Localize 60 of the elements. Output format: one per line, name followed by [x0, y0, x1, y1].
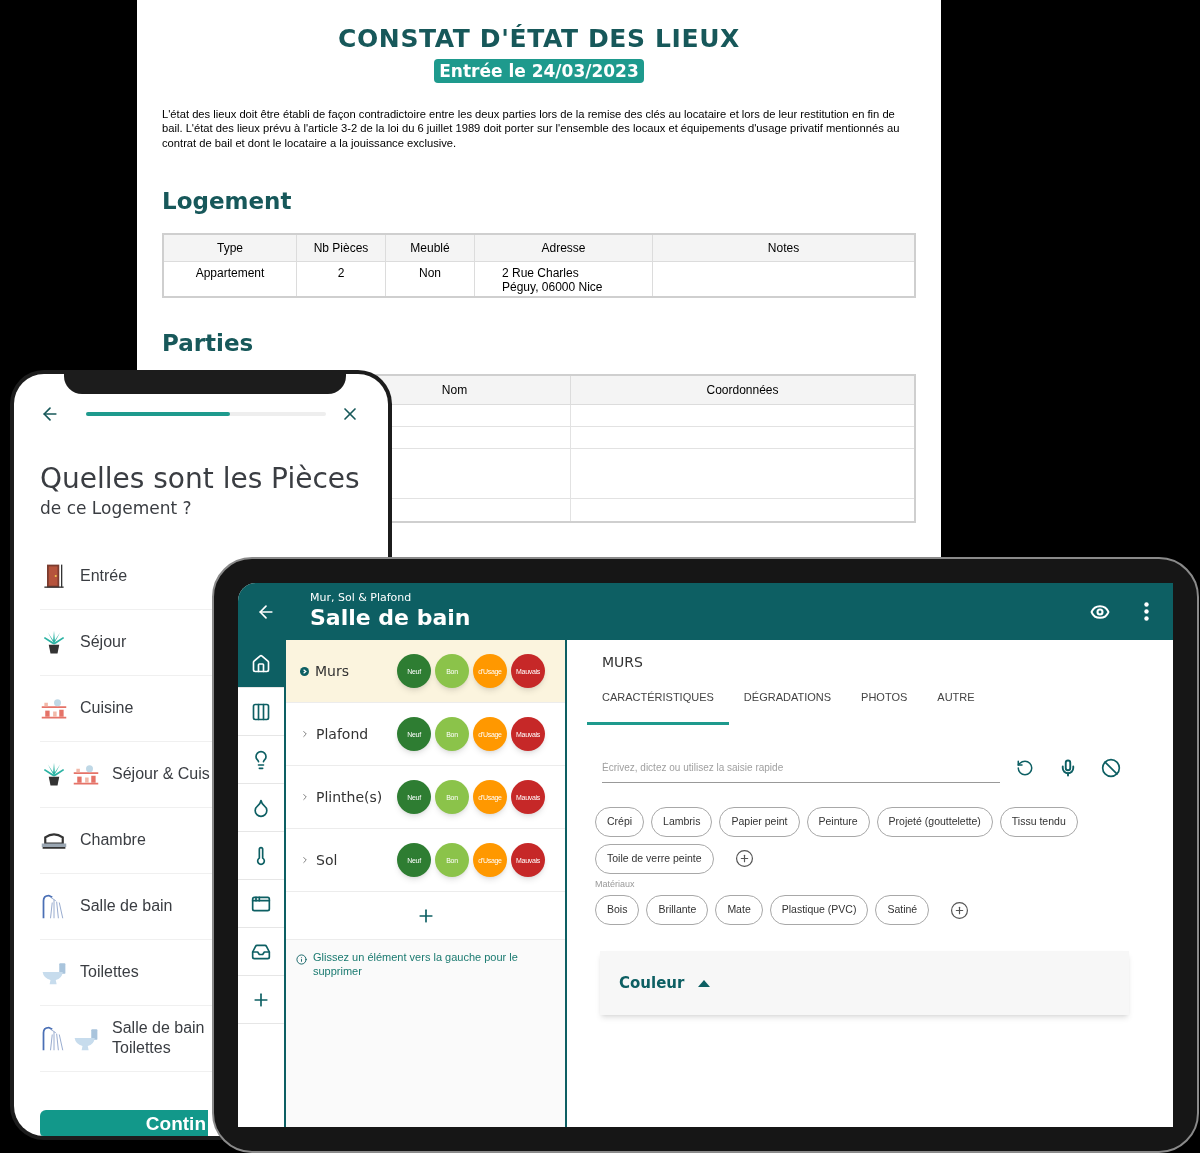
table-cell: 2 Rue Charles Péguy, 06000 Nice	[475, 261, 653, 296]
column-header: Meublé	[386, 234, 475, 261]
column-header: Adresse	[475, 234, 653, 261]
header-title: Salle de bain	[310, 604, 471, 632]
element-name: Plinthe(s)	[316, 787, 383, 807]
option-chip[interactable]: Tissu tendu	[999, 806, 1078, 837]
table-cell: Non	[386, 261, 475, 296]
date-badge: Entrée le 24/03/2023	[434, 58, 644, 83]
tab[interactable]: CARACTÉRISTIQUES	[587, 679, 729, 725]
bullet-icon	[300, 666, 309, 676]
option-chip[interactable]: Plastique (PVC)	[769, 895, 869, 925]
microphone-icon[interactable]	[1059, 758, 1077, 777]
page-title: Quelles sont les Pièces	[40, 462, 361, 496]
header-subtitle: Mur, Sol & Plafond	[310, 591, 413, 604]
option-chip[interactable]: Projeté (gouttelette)	[876, 806, 993, 837]
caret-up-icon[interactable]	[698, 979, 711, 987]
intro-paragraph: L'état des lieux doit être établi de façon contradictoire entre les deux parties lors de la remise des clés au locataire et lors de leur restitution en fin de bail. L'état des lieux prévu à l'article 3-2 de la loi du 6 juillet 1989 doit porter sur l'ensemble des locaux et équipements d'usage privatif mentionnés au contrat de bail et dont le locataire a la jouissance exclusive.	[162, 106, 901, 150]
column-header: Type	[164, 234, 297, 261]
page-subtitle: de ce Logement ?	[40, 497, 193, 520]
table-cell: Appartement	[164, 261, 297, 296]
section-heading: Logement	[162, 187, 293, 216]
document-title: CONSTAT D'ÉTAT DES LIEUX	[338, 23, 740, 55]
option-chip[interactable]: Peinture	[806, 806, 870, 837]
option-chip[interactable]: Brillante	[646, 895, 709, 925]
element-name: Sol	[316, 850, 338, 870]
tab[interactable]: PHOTOS	[846, 679, 923, 725]
column-header: Coordonnées	[705, 382, 780, 399]
section-heading: Parties	[162, 328, 255, 358]
chevron-icon	[300, 729, 310, 739]
option-chip[interactable]: Crépi	[595, 806, 645, 837]
more-button[interactable]	[1144, 602, 1149, 621]
option-chip[interactable]: Bois	[595, 895, 640, 925]
continue-button[interactable]: Contin	[40, 1109, 208, 1136]
table-cell: 2	[297, 261, 386, 296]
option-chip[interactable]: Toile de verre peinte	[595, 843, 714, 874]
add-option-button[interactable]	[950, 900, 970, 920]
clear-icon[interactable]	[1101, 757, 1121, 778]
column-header: Nb Pièces	[297, 234, 386, 261]
room-item[interactable]: Entrée	[40, 543, 212, 610]
element-name: Plafond	[316, 724, 369, 744]
tab[interactable]: AUTRE	[922, 679, 990, 725]
group-label: Matériaux	[595, 877, 636, 891]
element-heading: MURS	[602, 653, 644, 672]
info-icon	[296, 954, 307, 965]
section-title: Couleur	[619, 972, 685, 994]
element-name: Murs	[315, 661, 349, 681]
swipe-hint: Glissez un élément vers la gauche pour le supprimer	[313, 950, 519, 978]
notes-input[interactable]: Écrivez, dictez ou utilisez la saisie rapide	[602, 752, 1000, 783]
chevron-icon	[300, 792, 310, 802]
option-chip[interactable]: Satiné	[875, 895, 930, 925]
chevron-icon	[300, 855, 310, 865]
more-icon	[1144, 602, 1149, 621]
undo-icon[interactable]	[1016, 758, 1034, 777]
option-chip[interactable]: Papier peint	[719, 806, 800, 837]
home-icon[interactable]	[238, 640, 284, 688]
tab[interactable]: DÉGRADATIONS	[728, 679, 847, 725]
option-chip[interactable]: Mate	[715, 895, 763, 925]
column-header: Notes	[766, 239, 801, 257]
add-option-button[interactable]	[734, 849, 754, 868]
option-chip[interactable]: Lambris	[651, 806, 713, 837]
